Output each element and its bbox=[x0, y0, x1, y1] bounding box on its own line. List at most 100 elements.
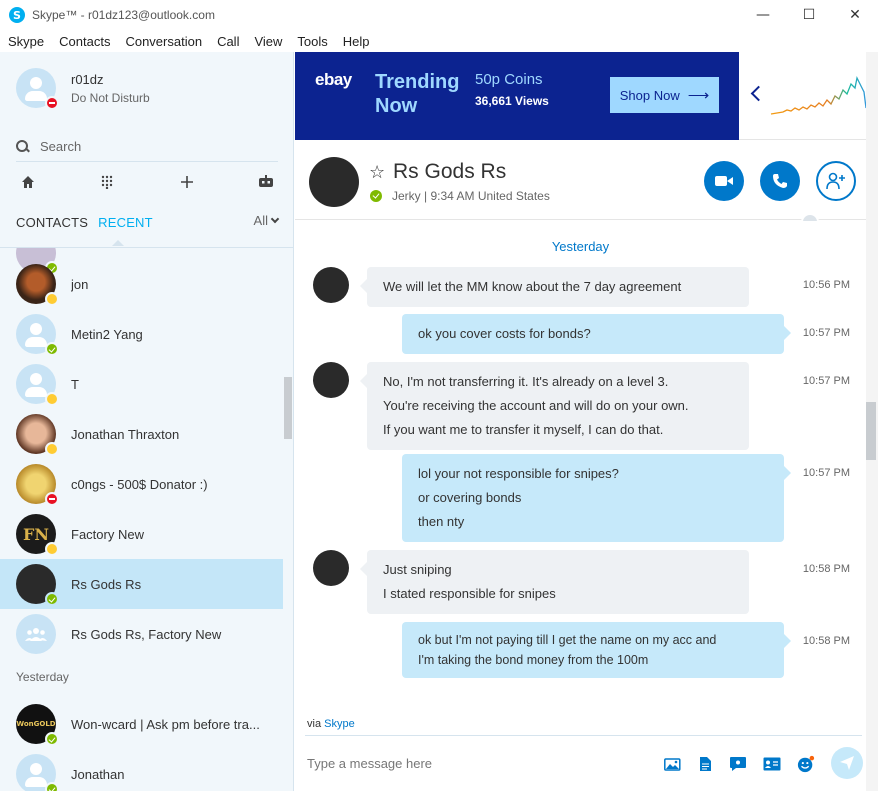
profile-status[interactable]: Do Not Disturb bbox=[71, 91, 150, 105]
send-media-icon[interactable] bbox=[663, 755, 681, 773]
contact-item-jon[interactable]: jon bbox=[0, 259, 283, 309]
send-file-icon[interactable] bbox=[696, 755, 714, 773]
via-skype-link[interactable]: Skype bbox=[324, 718, 355, 730]
close-button[interactable]: ✕ bbox=[832, 0, 878, 30]
contact-avatar: FN bbox=[16, 514, 59, 556]
video-camera-icon bbox=[715, 176, 733, 186]
shop-now-label: Shop Now bbox=[619, 87, 680, 103]
sidebar: r01dz Do Not Disturb CONTACTS RECENT All bbox=[0, 52, 294, 791]
contact-item-c0ngs[interactable]: c0ngs - 500$ Donator :) bbox=[0, 459, 283, 509]
send-contacts-icon[interactable] bbox=[763, 755, 781, 773]
emoticon-icon[interactable] bbox=[797, 755, 815, 773]
shop-now-button[interactable]: Shop Now ⟶ bbox=[610, 77, 719, 113]
add-user-icon bbox=[826, 172, 845, 190]
minimize-button[interactable]: — bbox=[740, 0, 786, 30]
message-time: 10:58 PM bbox=[802, 635, 850, 647]
online-status-icon bbox=[45, 592, 59, 606]
menu-skype[interactable]: Skype bbox=[8, 34, 44, 49]
message-time: 10:56 PM bbox=[802, 279, 850, 291]
ad-item: 50p Coins bbox=[475, 71, 543, 88]
ad-banner[interactable]: ebay Trending Now 50p Coins 36,661 Views… bbox=[295, 52, 739, 140]
message-bubble-outgoing[interactable]: ok you cover costs for bonds? bbox=[402, 314, 791, 354]
contact-item-rs-gods-rs[interactable]: Rs Gods Rs bbox=[0, 559, 283, 609]
ad-headline: Trending Now bbox=[375, 71, 460, 117]
menu-contacts[interactable]: Contacts bbox=[59, 34, 110, 49]
contact-item-group[interactable]: Rs Gods Rs, Factory New bbox=[0, 609, 283, 659]
main-scrollbar-thumb[interactable] bbox=[866, 402, 876, 460]
conversation-subtitle: Jerky | 9:34 AM United States bbox=[392, 189, 550, 203]
ad-trend-line-icon bbox=[770, 76, 867, 115]
menu-bar: Skype Contacts Conversation Call View To… bbox=[0, 30, 878, 52]
contact-name: Jonathan bbox=[71, 766, 125, 782]
message-bubble-incoming[interactable]: We will let the MM know about the 7 day … bbox=[360, 267, 749, 307]
contact-name: Factory New bbox=[71, 526, 144, 542]
message-avatar[interactable] bbox=[313, 362, 349, 398]
search-bar[interactable] bbox=[16, 132, 278, 162]
contact-item-t[interactable]: T bbox=[0, 359, 283, 409]
video-message-icon[interactable] bbox=[729, 755, 747, 773]
away-status-icon bbox=[45, 542, 59, 556]
away-status-icon bbox=[45, 292, 59, 306]
group-icon bbox=[25, 628, 47, 641]
title-bar: S Skype™ - r01dz123@outlook.com — ☐ ✕ bbox=[0, 0, 878, 30]
message-text: I stated responsible for snipes bbox=[383, 586, 556, 601]
via-label: via bbox=[307, 718, 322, 730]
contact-tabs: CONTACTS RECENT All bbox=[16, 210, 280, 246]
message-bubble-incoming[interactable]: No, I'm not transferring it. It's alread… bbox=[360, 362, 749, 450]
via-row: via Skype bbox=[307, 718, 355, 730]
menu-help[interactable]: Help bbox=[343, 34, 370, 49]
message-text: Just sniping bbox=[383, 562, 452, 577]
contact-item-jonathan-thraxton[interactable]: Jonathan Thraxton bbox=[0, 409, 283, 459]
menu-call[interactable]: Call bbox=[217, 34, 239, 49]
contact-name: Rs Gods Rs, Factory New bbox=[71, 626, 222, 642]
maximize-button[interactable]: ☐ bbox=[786, 0, 832, 30]
message-input[interactable] bbox=[307, 752, 647, 774]
home-icon[interactable] bbox=[16, 170, 40, 194]
contact-item-metin2-yang[interactable]: Metin2 Yang bbox=[0, 309, 283, 359]
tab-recent[interactable]: RECENT bbox=[98, 215, 153, 246]
contact-item-jonathan[interactable]: Jonathan bbox=[0, 749, 283, 791]
conversation-avatar[interactable] bbox=[309, 157, 359, 207]
ad-chart-panel[interactable] bbox=[739, 52, 878, 140]
contact-name: Rs Gods Rs bbox=[71, 576, 142, 592]
contact-item-won-wcard[interactable]: WonGOLD Won-wcard | Ask pm before tra... bbox=[0, 699, 283, 749]
skype-logo-icon: S bbox=[9, 7, 25, 23]
contact-item-factory-new[interactable]: FN Factory New bbox=[0, 509, 283, 559]
contact-avatar bbox=[16, 364, 59, 406]
online-status-icon bbox=[370, 190, 382, 202]
message-bubble-outgoing[interactable]: lol your not responsible for snipes? or … bbox=[402, 454, 791, 542]
message-bubble-outgoing[interactable]: ok but I'm not paying till I get the nam… bbox=[402, 622, 791, 678]
message-text: ok you cover costs for bonds? bbox=[418, 326, 591, 341]
message-avatar[interactable] bbox=[313, 550, 349, 586]
message-time: 10:58 PM bbox=[802, 563, 850, 575]
sidebar-scrollbar[interactable] bbox=[284, 377, 292, 439]
tab-contacts[interactable]: CONTACTS bbox=[16, 215, 88, 230]
message-avatar[interactable] bbox=[313, 267, 349, 303]
video-call-button[interactable] bbox=[704, 161, 744, 201]
message-bubble-incoming[interactable]: Just sniping I stated responsible for sn… bbox=[360, 550, 749, 614]
menu-conversation[interactable]: Conversation bbox=[125, 34, 202, 49]
message-text: lol your not responsible for snipes? bbox=[418, 466, 619, 481]
send-button[interactable] bbox=[831, 747, 863, 779]
audio-call-button[interactable] bbox=[760, 161, 800, 201]
search-input[interactable] bbox=[40, 139, 260, 154]
profile[interactable]: r01dz Do Not Disturb bbox=[16, 68, 150, 110]
filter-dropdown[interactable]: All bbox=[254, 213, 280, 228]
sidebar-toolbar bbox=[16, 170, 278, 194]
star-icon[interactable]: ☆ bbox=[369, 162, 385, 183]
message-text: then nty bbox=[418, 514, 465, 529]
profile-avatar[interactable] bbox=[16, 68, 59, 110]
conversation-name[interactable]: Rs Gods Rs bbox=[393, 160, 506, 184]
contact-name: Metin2 Yang bbox=[71, 326, 143, 342]
chevron-left-icon[interactable] bbox=[750, 85, 767, 102]
message-time: 10:57 PM bbox=[802, 467, 850, 479]
plus-icon[interactable] bbox=[175, 170, 199, 194]
online-status-icon bbox=[45, 732, 59, 746]
add-people-button[interactable] bbox=[816, 161, 856, 201]
menu-view[interactable]: View bbox=[254, 34, 282, 49]
menu-tools[interactable]: Tools bbox=[297, 34, 327, 49]
conversation-subtitle-row: Jerky | 9:34 AM United States bbox=[370, 189, 550, 203]
contact-list: jon Metin2 Yang T Jonathan Thraxton c0ng bbox=[0, 248, 283, 791]
bot-icon[interactable] bbox=[254, 170, 278, 194]
dialpad-icon[interactable] bbox=[95, 170, 119, 194]
